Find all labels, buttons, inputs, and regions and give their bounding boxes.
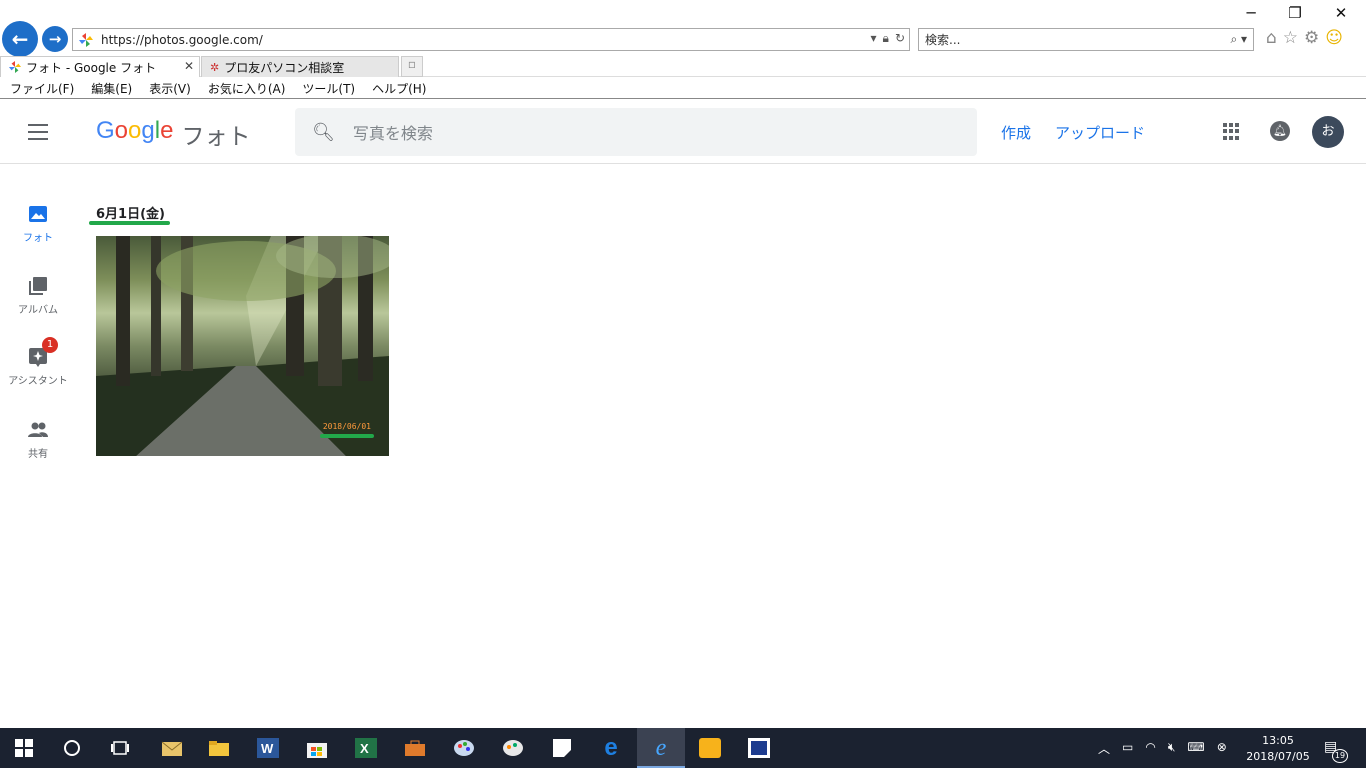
internet-explorer-icon[interactable]: e [649, 735, 673, 761]
mail-app-icon[interactable] [160, 736, 184, 760]
photo-date-stamp: 2018/06/01 [322, 422, 371, 431]
menu-tools[interactable]: ツール(T) [302, 80, 355, 97]
system-clock[interactable]: 13:05 2018/07/05 [1246, 733, 1310, 765]
new-tab-button[interactable]: ▫ [401, 56, 423, 77]
svg-text:X: X [360, 741, 369, 756]
tab-close-icon[interactable]: ✕ [184, 59, 194, 73]
avatar[interactable]: お [1312, 116, 1344, 148]
word-icon[interactable]: W [256, 736, 280, 760]
logo-product-name: フォト [181, 123, 251, 149]
notifications-bell-icon[interactable]: 🔔︎ [1270, 121, 1290, 141]
paint-3d-icon[interactable] [501, 736, 525, 760]
sticky-notes-icon[interactable] [550, 736, 574, 760]
nav-item-photos[interactable]: フォト [0, 203, 76, 244]
google-photos-tab-icon [9, 61, 21, 73]
lock-icon[interactable]: 🔒︎ [883, 31, 889, 46]
date-highlight-underline [89, 221, 170, 225]
nav-label: 共有 [28, 449, 48, 460]
people-icon [28, 422, 48, 437]
show-hidden-icons-chevron-icon[interactable]: ︿ [1098, 740, 1110, 757]
nav-item-assistant[interactable]: 1 アシスタント [0, 337, 76, 387]
search-icon[interactable]: ⌕ ▾ [1230, 32, 1247, 47]
yellow-app-icon[interactable] [698, 736, 722, 760]
forward-button[interactable]: → [42, 26, 68, 52]
store-icon[interactable] [305, 736, 329, 760]
date-group-label: 6月1日(金) [96, 207, 165, 222]
keyboard-icon[interactable]: ⌨ [1187, 740, 1204, 757]
edge-icon[interactable]: e [599, 734, 623, 761]
home-icon[interactable]: ⌂ [1266, 28, 1277, 48]
excel-icon[interactable]: X [354, 736, 378, 760]
browser-search-placeholder: 検索... [925, 33, 961, 47]
svg-text:W: W [261, 741, 274, 756]
google-photos-logo[interactable]: Google フォト [96, 117, 250, 151]
create-button[interactable]: 作成 [1001, 122, 1031, 143]
nav-label: アルバム [18, 305, 58, 316]
album-icon [29, 277, 47, 295]
file-explorer-icon[interactable] [207, 736, 231, 760]
task-view-icon[interactable] [108, 736, 132, 760]
nav-label: フォト [23, 233, 53, 244]
address-bar[interactable]: https://photos.google.com/ ▾ 🔒︎ ↻ [72, 28, 910, 51]
photo-thumbnail[interactable]: 2018/06/01 [96, 236, 389, 456]
menu-view[interactable]: 表示(V) [149, 80, 191, 97]
apps-grid-icon[interactable] [1223, 123, 1240, 140]
settings-gear-icon[interactable]: ⚙ [1304, 28, 1319, 48]
refresh-icon[interactable]: ↻ [895, 31, 905, 46]
smiley-feedback-icon[interactable]: ☺ [1325, 28, 1343, 48]
tab-google-photos[interactable]: フォト - Google フォト ✕ [0, 56, 200, 77]
assistant-badge: 1 [42, 337, 58, 353]
tab-strip: フォト - Google フォト ✕ ✲ プロ友パソコン相談室 [0, 56, 1366, 77]
photo-search-input[interactable]: 🔍︎ 写真を検索 [295, 108, 977, 156]
clock-date: 2018/07/05 [1246, 750, 1310, 763]
google-photos-favicon-icon [79, 32, 93, 47]
pro-tomo-favicon-icon: ✲ [210, 60, 220, 74]
toolbox-icon[interactable] [403, 736, 427, 760]
windows-taskbar: W X e e ︿ ▭ ◠ 🔇︎ ⌨ ⊗ 13:05 2018/07/05 ▤ … [0, 728, 1366, 768]
nav-item-sharing[interactable]: 共有 [0, 419, 76, 460]
back-button[interactable]: ← [2, 21, 38, 57]
windows-start-icon[interactable] [12, 736, 36, 760]
tab-label: フォト - Google フォト [26, 60, 157, 75]
url-text: https://photos.google.com/ [101, 32, 263, 47]
restore-icon[interactable]: ❐ [1280, 4, 1310, 22]
menu-favorites[interactable]: お気に入り(A) [208, 80, 286, 97]
notification-count-badge: 19 [1332, 749, 1348, 763]
favorites-star-icon[interactable]: ☆ [1283, 28, 1298, 48]
nav-label: アシスタント [8, 376, 68, 387]
photo-icon [29, 206, 47, 222]
tab-pro-tomo[interactable]: ✲ プロ友パソコン相談室 [201, 56, 399, 77]
paint-icon[interactable] [452, 736, 476, 760]
clock-time: 13:05 [1262, 734, 1294, 747]
main-menu-icon[interactable] [28, 124, 48, 140]
battery-icon[interactable]: ▭ [1122, 740, 1133, 757]
photo-highlight-underline [320, 434, 374, 438]
cortana-icon[interactable] [60, 736, 84, 760]
menu-bar: ファイル(F) 編集(E) 表示(V) お気に入り(A) ツール(T) ヘルプ(… [0, 78, 1366, 99]
ime-off-icon[interactable]: ⊗ [1217, 740, 1227, 757]
menu-file[interactable]: ファイル(F) [10, 80, 74, 97]
photos-header: Google フォト 🔍︎ 写真を検索 作成 アップロード 🔔︎ お [0, 100, 1366, 164]
browser-toolbar: ← → https://photos.google.com/ ▾ 🔒︎ ↻ 検索… [0, 0, 1366, 57]
minimize-icon[interactable]: ─ [1236, 4, 1266, 22]
search-placeholder: 写真を検索 [352, 124, 433, 143]
dropdown-icon[interactable]: ▾ [871, 31, 877, 46]
upload-button[interactable]: アップロード [1055, 122, 1145, 143]
browser-search-box[interactable]: 検索... ⌕ ▾ [918, 28, 1254, 51]
close-window-icon[interactable]: ✕ [1326, 4, 1356, 22]
nav-item-albums[interactable]: アルバム [0, 275, 76, 316]
tab-label: プロ友パソコン相談室 [224, 60, 345, 75]
menu-help[interactable]: ヘルプ(H) [372, 80, 426, 97]
volume-muted-icon[interactable]: 🔇︎ [1168, 740, 1176, 757]
wifi-icon[interactable]: ◠ [1145, 740, 1155, 757]
menu-edit[interactable]: 編集(E) [91, 80, 132, 97]
search-icon: 🔍︎ [312, 121, 335, 143]
blue-app-icon[interactable] [747, 736, 771, 760]
